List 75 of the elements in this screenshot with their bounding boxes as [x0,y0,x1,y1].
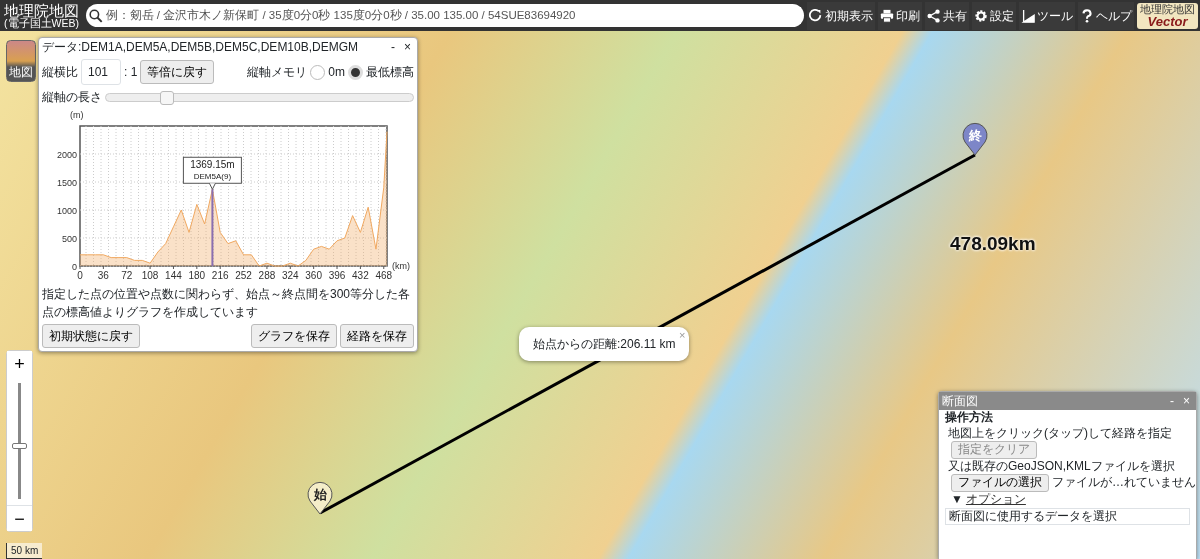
toolbar-button[interactable]: 共有 [925,1,969,30]
printer-icon [880,8,894,23]
instruction-text: 又は既存のGeoJSON,KMLファイルを選択 [947,458,1176,475]
y-tick-label: 500 [61,234,77,244]
x-tick-label: 252 [235,270,252,281]
scale-bar: 50 km [6,543,43,559]
y-tick-label: 1500 [56,178,77,188]
reset-ratio-button[interactable]: 等倍に戻す [140,60,215,84]
toolbar-button[interactable]: ヘルプ [1078,1,1134,30]
action-button[interactable]: 初期状態に戻す [42,324,140,348]
instruction-text: 地図上をクリック(タップ)して経路を指定 [947,425,1173,442]
zoom-out-button[interactable]: − [7,505,32,531]
share-icon [927,8,941,23]
start-marker[interactable]: 始 [306,481,334,515]
distance-label: 478.09km [950,232,1036,256]
x-tick-label: 360 [305,270,322,281]
annotation: 1369.15m [190,159,235,171]
layer-button[interactable]: 地図 [6,40,36,82]
site-logo[interactable]: 地理院地図 (電子国土WEB) [0,2,83,29]
axis-length-slider[interactable] [105,92,414,102]
x-tick-label: 36 [97,270,109,281]
slider-thumb[interactable] [160,90,175,105]
x-tick-label: 396 [328,270,346,281]
radio-label: 最低標高 [366,64,414,81]
options-link[interactable]: オプション [965,491,1026,508]
search-field[interactable]: 例：剱岳 / 金沢市木ノ新保町 / 35度0分0秒 135度0分0秒 / 35.00 135.00 / 54SUE83694920 [86,4,804,27]
y-tick-label: 0 [72,262,77,272]
axis-memory-label: 縦軸メモリ [247,64,308,81]
ruler-pencil-icon [1021,8,1035,23]
radio-button[interactable] [310,64,326,80]
annotation: DEM5A(9) [193,172,232,182]
window-title: 断面図 [942,393,979,410]
triangle-icon: ▼ [951,491,963,508]
data-label: データ:DEM1A,DEM5A,DEM5B,DEM5C,DEM10B,DEMGM [42,39,360,56]
ratio-suffix: : 1 [124,64,138,81]
help-icon [1080,8,1094,23]
minimize-button[interactable]: - [385,38,401,56]
ratio-input[interactable]: 101 [81,59,121,85]
action-button[interactable]: 経路を保存 [340,324,414,348]
value-callout: 1369.15m DEM5A(9) [182,156,242,190]
reload-icon [809,8,823,23]
x-tick-label: 72 [121,270,133,281]
radio-button[interactable] [348,64,363,80]
y-tick-label: 1000 [56,206,77,216]
toolbar-button[interactable]: 設定 [972,1,1016,30]
search-icon [89,8,103,23]
y-tick-label: 2000 [56,150,77,160]
action-button[interactable]: グラフを保存 [251,324,337,348]
x-tick-label: 468 [375,270,393,281]
radio-label: 0m [328,64,345,81]
slider-thumb[interactable] [12,442,27,449]
ratio-label: 縦横比 [42,64,78,81]
x-tick-label: 216 [211,270,229,281]
x-tick-label: 288 [258,270,276,281]
section-heading: 操作方法 [945,410,994,426]
x-tick-label: 180 [188,270,206,281]
popup-text: 始点からの距離:206.11 km [533,337,676,351]
vector-badge[interactable]: 地理院地図 Vector [1137,2,1198,29]
toolbar-button[interactable]: 印刷 [878,1,922,30]
y-axis-label: (m) [70,110,84,120]
toolbar-button[interactable]: 初期表示 [807,1,875,30]
x-tick-label: 108 [141,270,159,281]
axis-length-label: 縦軸の長さ [42,89,102,106]
data-select-label: 断面図に使用するデータを選択 [945,507,1190,526]
x-tick-label: 144 [165,270,182,281]
toolbar-button[interactable]: ツール [1019,1,1075,30]
note-text: 指定した点の位置や点数に関わらず、始点～終点間を300等分した各点の標高値よりグラフを作成しています [42,286,412,321]
file-status: ファイルが…れていません [1052,475,1196,491]
x-tick-label: 0 [77,270,83,281]
settings-icon [974,8,988,23]
close-button[interactable]: × [401,38,414,56]
x-tick-label: 324 [281,270,299,281]
x-tick-label: 432 [352,270,369,281]
x-axis-label: (km) [392,261,410,271]
file-button[interactable]: ファイルの選択 [951,474,1049,492]
